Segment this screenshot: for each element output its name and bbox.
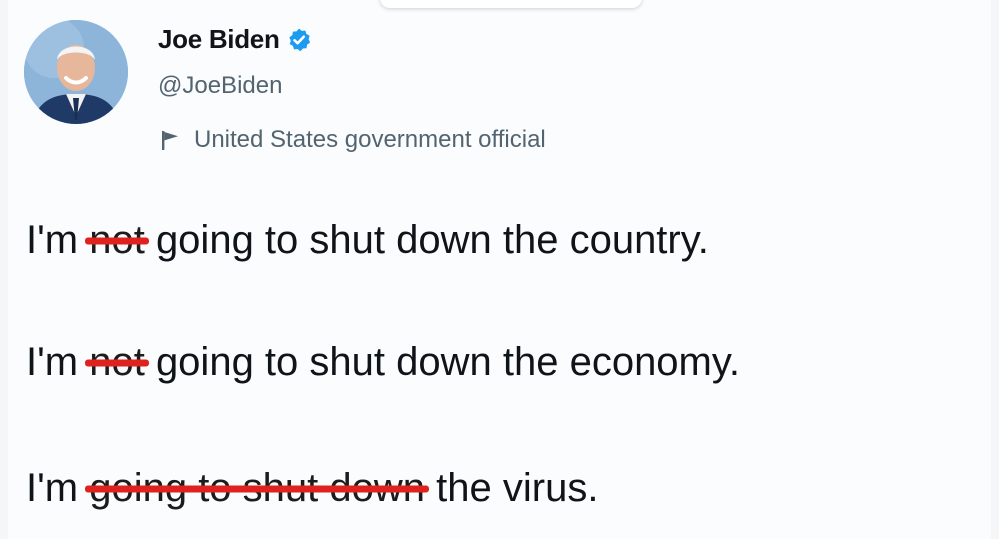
tweet-line-2: I'm not going to shut down the economy.: [26, 340, 740, 385]
line-prefix: I'm: [26, 218, 79, 262]
top-pill: [380, 0, 642, 8]
avatar[interactable]: [24, 20, 128, 124]
red-strikethrough: [85, 237, 149, 245]
tweet-card: Joe Biden @JoeBiden United States govern…: [8, 0, 991, 539]
struck-text: not: [85, 340, 149, 385]
red-strikethrough: [85, 485, 430, 493]
line-rest: the virus.: [436, 466, 599, 510]
struck-text: going to shut down: [85, 466, 430, 511]
line-rest: going to shut down the economy.: [155, 340, 741, 384]
account-label-text: United States government official: [194, 126, 546, 153]
tweet-line-3: I'm going to shut down the virus.: [26, 466, 598, 511]
line-prefix: I'm: [26, 340, 79, 384]
tweet-line-1: I'm not going to shut down the country.: [26, 218, 709, 263]
avatar-image: [24, 20, 128, 124]
flag-icon: [162, 131, 178, 150]
red-strikethrough: [85, 359, 149, 367]
line-prefix: I'm: [26, 466, 79, 510]
author-row: Joe Biden: [158, 24, 312, 55]
author-name[interactable]: Joe Biden: [158, 24, 280, 55]
line-rest: going to shut down the country.: [155, 218, 709, 262]
account-label: United States government official: [160, 126, 546, 154]
struck-text: not: [85, 218, 149, 263]
verified-badge-icon: [288, 28, 310, 51]
author-handle[interactable]: @JoeBiden: [158, 72, 282, 100]
